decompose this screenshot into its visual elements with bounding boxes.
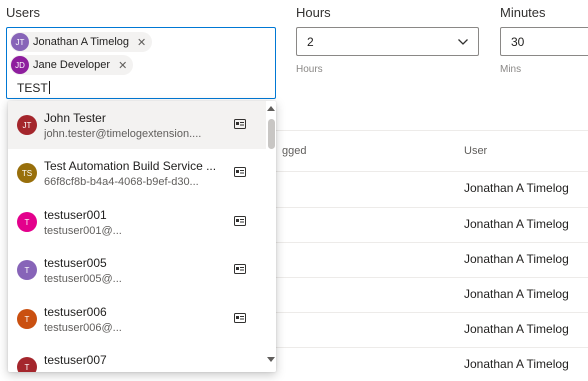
avatar: TS [17, 163, 37, 183]
contact-card-icon[interactable] [234, 264, 246, 274]
chevron-down-icon [458, 39, 468, 45]
column-header-user: User [464, 145, 488, 157]
search-query: TEST [17, 81, 48, 95]
suggestion-item[interactable]: T testuser006 testuser006@... [8, 295, 266, 343]
suggestion-email: john.tester@timelogextension.... [44, 128, 202, 140]
scroll-down-arrow-icon[interactable] [267, 357, 275, 363]
table-row-user: Jonathan A Timelog [464, 252, 569, 266]
user-suggestions-dropdown: JT John Tester john.tester@timelogextens… [8, 101, 276, 372]
table-row-user: Jonathan A Timelog [464, 322, 569, 336]
table-row-user: Jonathan A Timelog [464, 181, 569, 195]
hours-select[interactable]: 2 [296, 27, 479, 56]
suggestion-name: Test Automation Build Service ... [44, 159, 217, 173]
close-icon[interactable]: ✕ [118, 59, 127, 72]
hours-value: 2 [307, 35, 314, 49]
avatar: T [17, 260, 37, 280]
avatar: T [17, 357, 37, 372]
suggestion-name: John Tester [44, 111, 106, 125]
table-header-divider [270, 130, 588, 131]
suggestion-item[interactable]: JT John Tester john.tester@timelogextens… [8, 101, 266, 149]
contact-card-icon[interactable] [234, 216, 246, 226]
row-divider [270, 207, 588, 208]
table-row-user: Jonathan A Timelog [464, 217, 569, 231]
contact-card-icon[interactable] [234, 119, 246, 129]
avatar: JT [17, 115, 37, 135]
row-divider [270, 277, 588, 278]
suggestion-name: testuser006 [44, 305, 107, 319]
suggestion-item[interactable]: T testuser007 [8, 343, 266, 372]
suggestion-name: testuser007 [44, 353, 107, 367]
row-divider [270, 171, 588, 172]
contact-card-icon[interactable] [234, 167, 246, 177]
suggestion-email: testuser006@... [44, 322, 122, 334]
suggestion-item[interactable]: T testuser005 testuser005@... [8, 246, 266, 294]
scrollbar-thumb[interactable] [268, 119, 275, 149]
avatar: JD [11, 56, 29, 74]
users-label: Users [6, 5, 40, 20]
row-divider [270, 312, 588, 313]
text-caret [48, 81, 50, 94]
selected-user-chip[interactable]: JD Jane Developer ✕ [10, 55, 134, 75]
avatar: T [17, 309, 37, 329]
chip-label: Jonathan A Timelog [33, 36, 130, 48]
selected-user-chip[interactable]: JT Jonathan A Timelog ✕ [10, 32, 153, 52]
table-row-user: Jonathan A Timelog [464, 287, 569, 301]
row-divider [270, 347, 588, 348]
suggestion-email: 66f8cf8b-b4a4-4068-b9ef-d30... [44, 176, 199, 188]
minutes-label: Minutes [500, 5, 546, 20]
users-picker[interactable]: JT Jonathan A Timelog ✕ JD Jane Develope… [6, 27, 276, 99]
suggestion-name: testuser001 [44, 208, 107, 222]
suggestion-item[interactable]: T testuser001 testuser001@... [8, 198, 266, 246]
suggestion-email: testuser005@... [44, 273, 122, 285]
suggestion-name: testuser005 [44, 256, 107, 270]
users-search-input[interactable]: TEST [17, 81, 50, 95]
hours-label: Hours [296, 5, 331, 20]
avatar: T [17, 212, 37, 232]
suggestion-email: testuser001@... [44, 225, 122, 237]
contact-card-icon[interactable] [234, 313, 246, 323]
minutes-value: 30 [511, 35, 525, 49]
column-header-logged: gged [282, 145, 307, 157]
avatar: JT [11, 33, 29, 51]
table-row-user: Jonathan A Timelog [464, 357, 569, 371]
close-icon[interactable]: ✕ [137, 36, 146, 49]
suggestion-item[interactable]: TS Test Automation Build Service ... 66f… [8, 149, 266, 197]
scroll-up-arrow-icon[interactable] [267, 105, 275, 111]
chip-label: Jane Developer [33, 59, 111, 71]
row-divider [270, 242, 588, 243]
minutes-hint: Mins [500, 64, 522, 75]
hours-hint: Hours [296, 64, 323, 75]
minutes-input[interactable]: 30 [500, 27, 588, 56]
